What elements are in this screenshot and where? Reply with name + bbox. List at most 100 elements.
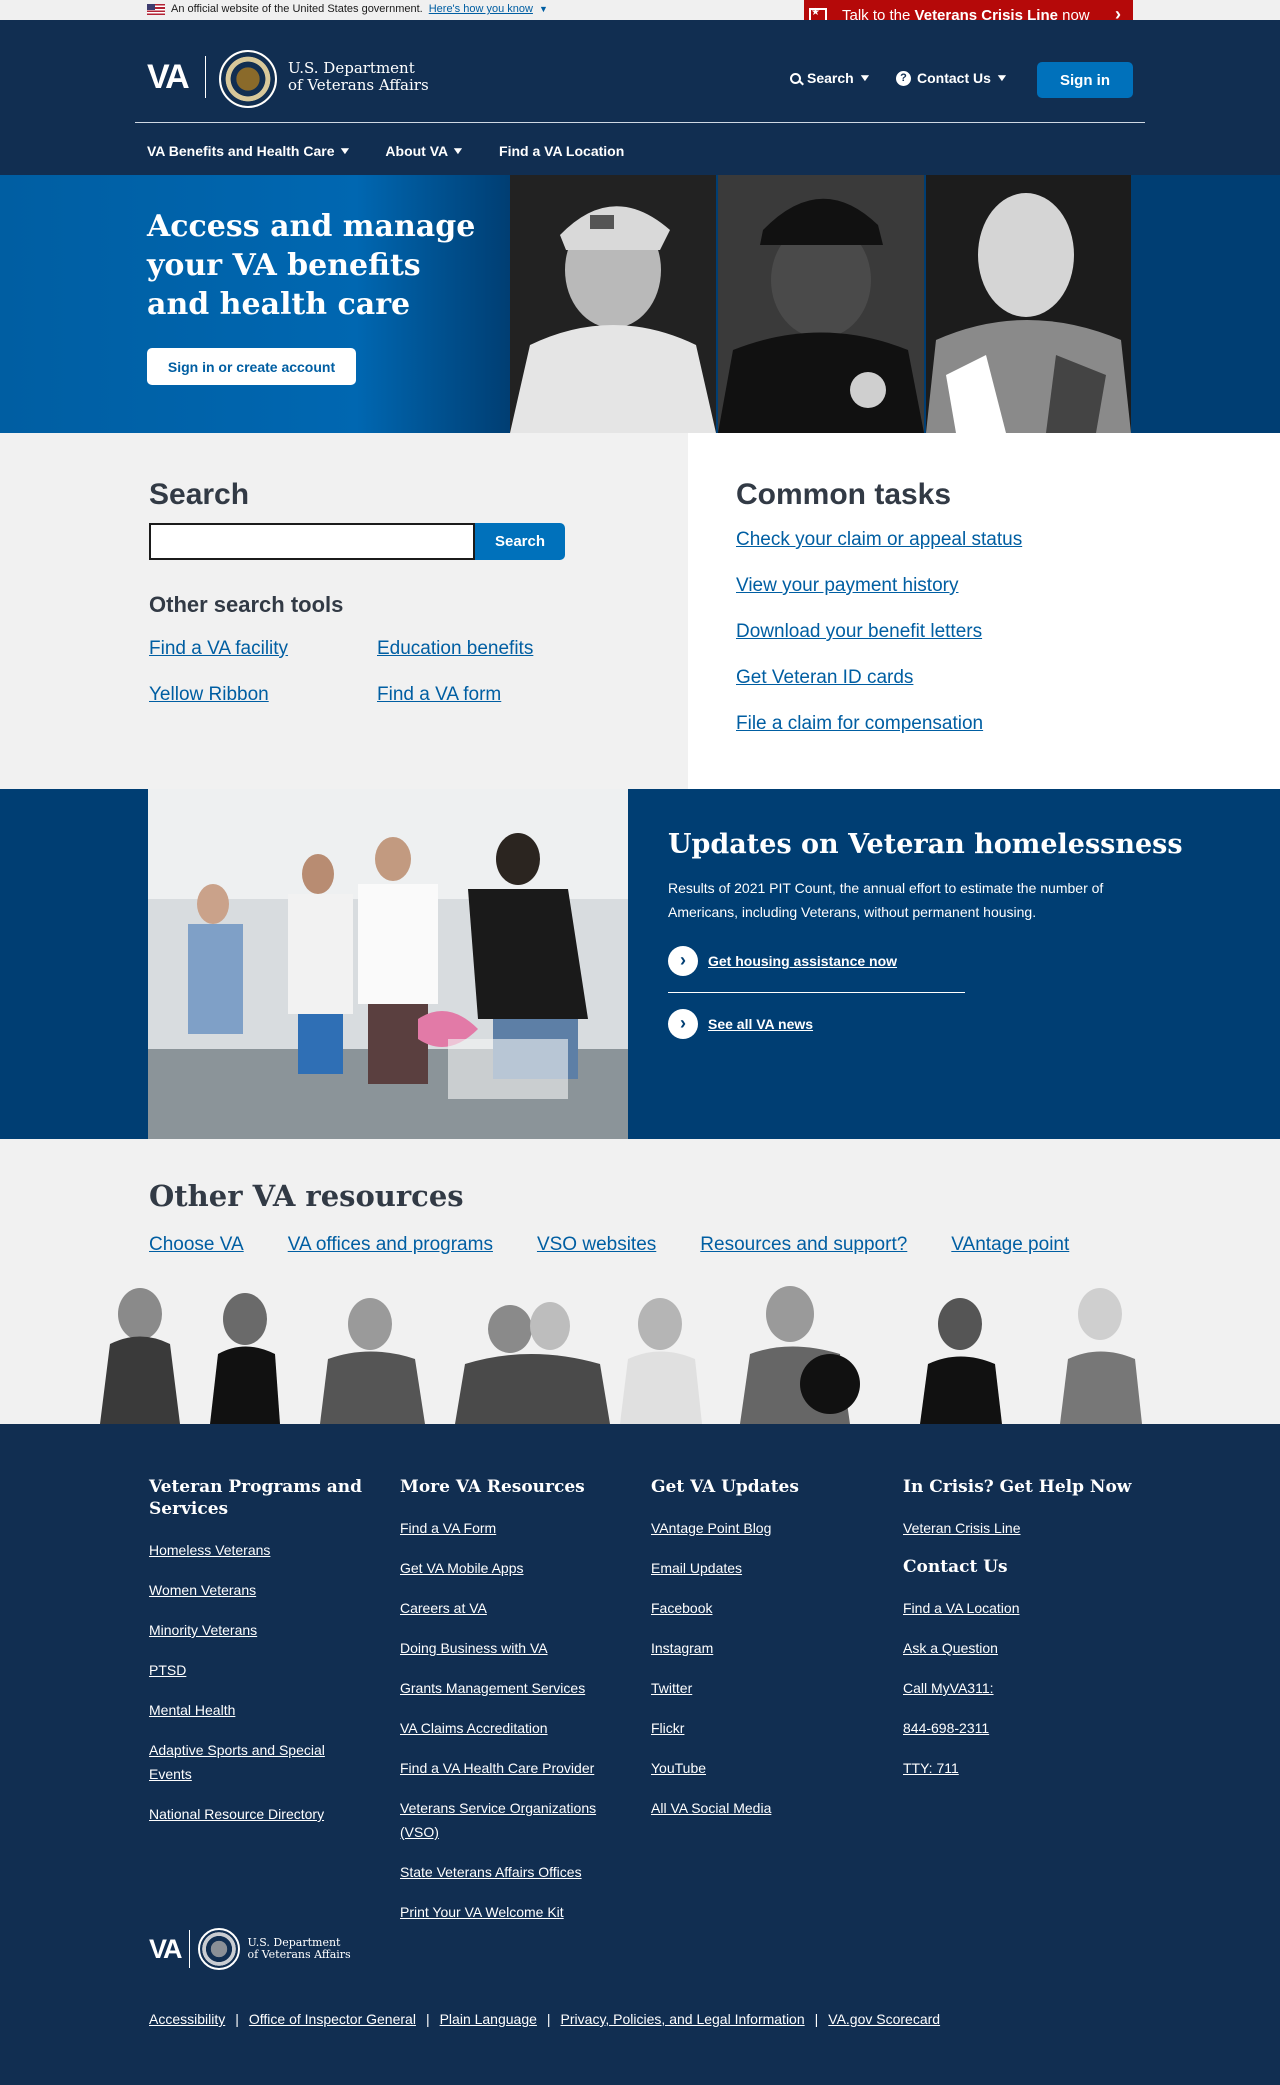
footer-link[interactable]: Ask a Question xyxy=(903,1636,1133,1660)
nav-label: Find a VA Location xyxy=(499,143,625,159)
footer-link[interactable]: Get VA Mobile Apps xyxy=(400,1556,620,1580)
veteran-id-cards-link[interactable]: Get Veteran ID cards xyxy=(736,667,913,689)
separator: | xyxy=(425,2011,430,2027)
dept-line1: U.S. Department xyxy=(288,59,415,77)
footer-link[interactable]: Grants Management Services xyxy=(400,1676,620,1700)
common-tasks-heading: Common tasks xyxy=(736,478,952,511)
site-header: VA U.S. Department of Veterans Affairs S… xyxy=(0,20,1280,175)
footer-link[interactable]: Instagram xyxy=(651,1636,871,1660)
footer-link[interactable]: Veteran Crisis Line xyxy=(903,1516,1133,1540)
feature-divider xyxy=(668,992,965,993)
veteran-portrait-image xyxy=(926,175,1131,433)
footer-link[interactable]: Email Updates xyxy=(651,1556,871,1580)
footer-link[interactable]: Facebook xyxy=(651,1596,871,1620)
hero-title: Access and manage your VA benefits and h… xyxy=(147,209,476,322)
footer-link[interactable]: Doing Business with VA xyxy=(400,1636,620,1660)
nav-find-location[interactable]: Find a VA Location xyxy=(499,143,624,159)
scorecard-link[interactable]: VA.gov Scorecard xyxy=(828,2011,940,2027)
footer-link[interactable]: Minority Veterans xyxy=(149,1618,369,1642)
site-footer: Veteran Programs and Services Homeless V… xyxy=(0,1424,1280,2085)
arrow-right-circle-icon: › xyxy=(668,1009,698,1039)
footer-link[interactable]: State Veterans Affairs Offices xyxy=(400,1860,620,1884)
footer-link[interactable]: Find a VA Health Care Provider xyxy=(400,1756,620,1780)
separator: | xyxy=(814,2011,819,2027)
footer-link[interactable]: TTY: 711 xyxy=(903,1756,1133,1780)
plain-language-link[interactable]: Plain Language xyxy=(440,2011,537,2027)
header-contact-menu[interactable]: ? Contact Us ▼ xyxy=(896,70,1009,86)
footer-col-heading: More VA Resources xyxy=(400,1477,585,1497)
footer-link[interactable]: Homeless Veterans xyxy=(149,1538,369,1562)
footer-link[interactable]: Women Veterans xyxy=(149,1578,369,1602)
footer-link[interactable]: YouTube xyxy=(651,1756,871,1780)
footer-link[interactable]: 844-698-2311 xyxy=(903,1716,1133,1740)
how-you-know-link[interactable]: Here's how you know xyxy=(429,3,533,15)
chevron-down-icon: ▼ xyxy=(994,72,1009,84)
footer-link[interactable]: Twitter xyxy=(651,1676,871,1700)
va-seal-icon xyxy=(197,1928,240,1970)
nav-about-va[interactable]: About VA ▼ xyxy=(385,143,466,159)
nav-label: VA Benefits and Health Care xyxy=(147,143,335,159)
footer-link[interactable]: Veterans Service Organizations (VSO) xyxy=(400,1796,620,1844)
find-va-facility-link[interactable]: Find a VA facility xyxy=(149,638,288,660)
footer-link[interactable]: Print Your VA Welcome Kit xyxy=(400,1900,620,1924)
accessibility-link[interactable]: Accessibility xyxy=(149,2011,225,2027)
feature-heading: Updates on Veteran homelessness xyxy=(668,829,1183,860)
search-input[interactable] xyxy=(149,523,475,560)
homelessness-feature: Updates on Veteran homelessness Results … xyxy=(0,789,1280,1139)
footer-link[interactable]: All VA Social Media xyxy=(651,1796,871,1820)
logo-divider xyxy=(205,56,206,98)
other-resources-section: Other VA resources Choose VA VA offices … xyxy=(0,1139,1280,1424)
housing-assistance-link[interactable]: › Get housing assistance now xyxy=(668,946,897,976)
footer-link[interactable]: VA Claims Accreditation xyxy=(400,1716,620,1740)
vso-websites-link[interactable]: VSO websites xyxy=(537,1234,656,1256)
footer-link[interactable]: Flickr xyxy=(651,1716,871,1740)
file-claim-link[interactable]: File a claim for compensation xyxy=(736,713,983,735)
separator: | xyxy=(546,2011,551,2027)
chevron-down-icon: ▼ xyxy=(857,72,872,84)
footer-va-logo[interactable]: VA U.S. Department of Veterans Affairs xyxy=(149,1928,351,1970)
footer-link[interactable]: Adaptive Sports and Special Events xyxy=(149,1738,369,1786)
header-contact-label: Contact Us xyxy=(917,70,991,86)
other-search-tools-heading: Other search tools xyxy=(149,592,344,617)
va-offices-programs-link[interactable]: VA offices and programs xyxy=(288,1234,493,1256)
check-claim-status-link[interactable]: Check your claim or appeal status xyxy=(736,529,1022,551)
chevron-down-icon: ▼ xyxy=(337,145,352,157)
footer-va-wordmark: VA xyxy=(149,1933,182,1964)
footer-link[interactable]: Find a VA Form xyxy=(400,1516,620,1540)
header-divider xyxy=(135,122,1145,123)
footer-link[interactable]: Careers at VA xyxy=(400,1596,620,1620)
benefit-letters-link[interactable]: Download your benefit letters xyxy=(736,621,982,643)
vantage-point-link[interactable]: VAntage point xyxy=(951,1234,1069,1256)
inspector-general-link[interactable]: Office of Inspector General xyxy=(249,2011,416,2027)
choose-va-link[interactable]: Choose VA xyxy=(149,1234,244,1256)
yellow-ribbon-link[interactable]: Yellow Ribbon xyxy=(149,684,269,706)
footer-link[interactable]: Call MyVA311: xyxy=(903,1676,1133,1700)
footer-dept-name: U.S. Department of Veterans Affairs xyxy=(248,1937,351,1961)
search-submit-button[interactable]: Search xyxy=(475,523,565,560)
search-and-tasks-section: Search Search Other search tools Find a … xyxy=(0,433,1280,789)
header-search-menu[interactable]: Search ▼ xyxy=(790,70,872,86)
find-va-form-link[interactable]: Find a VA form xyxy=(377,684,501,706)
privacy-policies-link[interactable]: Privacy, Policies, and Legal Information xyxy=(561,2011,805,2027)
footer-link[interactable]: Mental Health xyxy=(149,1698,369,1722)
footer-link[interactable]: Find a VA Location xyxy=(903,1596,1133,1620)
feature-body: Results of 2021 PIT Count, the annual ef… xyxy=(668,880,1104,920)
footer-link[interactable]: PTSD xyxy=(149,1658,369,1682)
va-logo[interactable]: VA xyxy=(147,58,190,97)
housing-assistance-label: Get housing assistance now xyxy=(708,953,898,969)
logo-divider xyxy=(188,1930,190,1968)
us-flag-icon xyxy=(147,3,165,15)
chevron-down-icon: ▼ xyxy=(451,145,466,157)
sign-in-button[interactable]: Sign in xyxy=(1037,62,1133,98)
footer-col-heading: Get VA Updates xyxy=(651,1477,799,1497)
all-va-news-link[interactable]: › See all VA news xyxy=(668,1009,813,1039)
sign-in-create-account-button[interactable]: Sign in or create account xyxy=(147,348,356,385)
payment-history-link[interactable]: View your payment history xyxy=(736,575,958,597)
nav-benefits-health-care[interactable]: VA Benefits and Health Care ▼ xyxy=(147,143,352,159)
other-resources-heading: Other VA resources xyxy=(149,1179,464,1213)
search-heading: Search xyxy=(149,478,250,511)
resources-support-link[interactable]: Resources and support? xyxy=(700,1234,907,1256)
education-benefits-link[interactable]: Education benefits xyxy=(377,638,533,660)
footer-link[interactable]: National Resource Directory xyxy=(149,1802,369,1826)
footer-link[interactable]: VAntage Point Blog xyxy=(651,1516,871,1540)
